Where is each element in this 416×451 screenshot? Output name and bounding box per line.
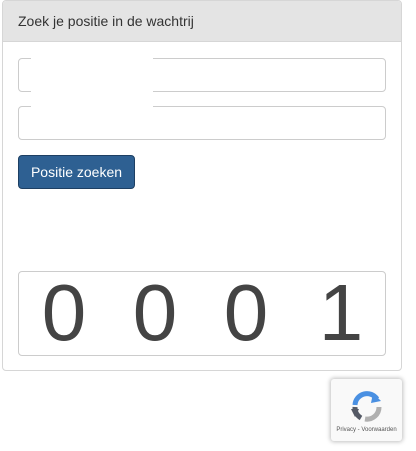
recaptcha-footer[interactable]: Privacy - Voorwaarden [331,427,402,433]
counter-digit: 0 [132,268,178,357]
counter-digit: 1 [318,268,364,357]
panel-heading: Zoek je positie in de wachtrij [3,1,401,42]
counter-digit: 0 [41,268,87,357]
redaction-mask [31,57,153,109]
recaptcha-logo-icon [351,391,382,422]
find-position-button[interactable]: Positie zoeken [18,155,135,189]
position-counter: 0 0 0 1 [18,268,386,357]
recaptcha-badge[interactable]: Privacy - Voorwaarden [331,379,402,441]
counter-digit: 0 [223,268,269,357]
queue-input-2[interactable] [18,106,386,140]
queue-panel: Zoek je positie in de wachtrij Positie z… [2,0,402,371]
